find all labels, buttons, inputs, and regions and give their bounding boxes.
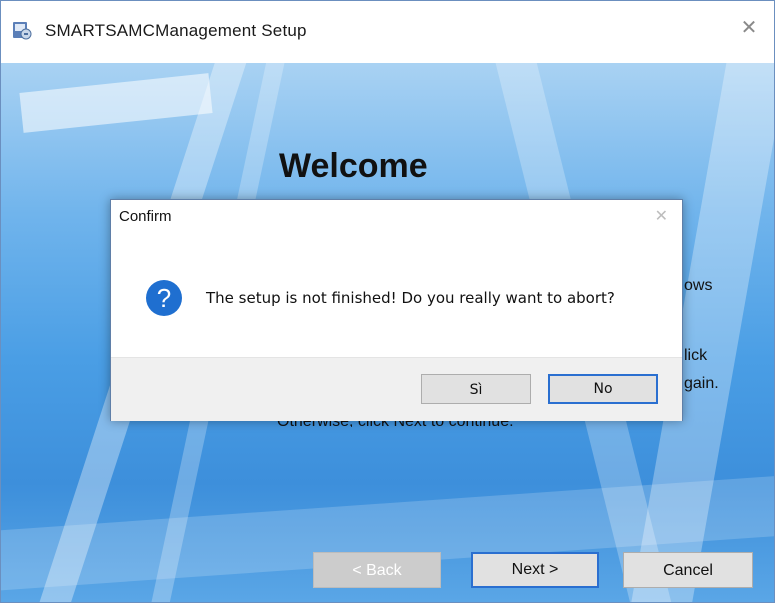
next-button[interactable]: Next >	[471, 552, 599, 588]
yes-button[interactable]: Sì	[421, 374, 531, 404]
window-title: SMARTSAMCManagement Setup	[45, 21, 307, 40]
cancel-button[interactable]: Cancel	[623, 552, 753, 588]
welcome-heading: Welcome	[279, 147, 428, 185]
title-bar: SMARTSAMCManagement Setup ✕	[1, 1, 774, 63]
setup-window: SMARTSAMCManagement Setup ✕ Welcome ows …	[0, 0, 775, 603]
window-close-icon[interactable]: ✕	[738, 17, 760, 39]
dialog-close-icon[interactable]: ✕	[655, 206, 668, 226]
dialog-button-bar: Sì No	[111, 357, 682, 421]
intro-text-fragment: gain.	[684, 375, 719, 392]
dialog-title: Confirm	[119, 208, 172, 225]
intro-text-fragment: lick	[684, 347, 708, 364]
back-button: < Back	[313, 552, 441, 588]
question-icon: ?	[146, 280, 182, 316]
dialog-message: The setup is not finished! Do you really…	[206, 289, 615, 307]
confirm-dialog: Confirm ✕ ? The setup is not finished! D…	[110, 199, 683, 421]
intro-text-fragment: ows	[684, 277, 713, 294]
no-button[interactable]: No	[548, 374, 658, 404]
setup-app-icon	[13, 22, 32, 40]
